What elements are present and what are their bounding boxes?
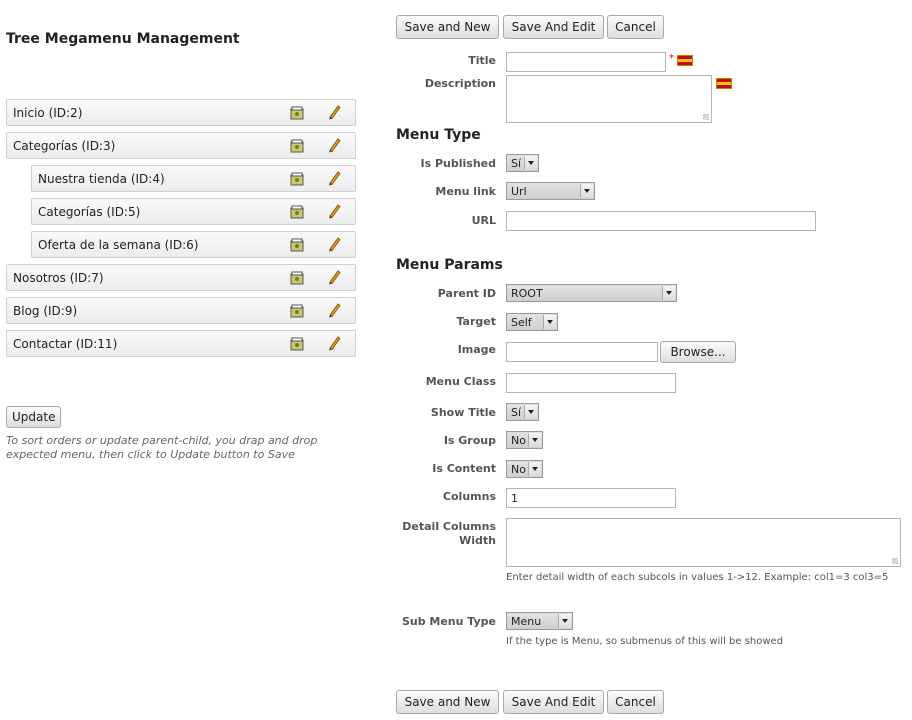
menu-link-value: Url: [511, 184, 527, 198]
title-input[interactable]: [506, 52, 666, 72]
is-content-select[interactable]: No: [506, 460, 543, 478]
update-button[interactable]: Update: [6, 406, 62, 428]
is-content-label: Is Content: [432, 462, 496, 475]
is-published-label: Is Published: [420, 157, 497, 170]
is-group-value: No: [511, 433, 526, 447]
menu-class-input[interactable]: [506, 373, 676, 393]
folder-manage-icon[interactable]: [290, 106, 304, 120]
folder-manage-icon[interactable]: [290, 205, 304, 219]
sub-menu-type-help: If the type is Menu, so submenus of this…: [506, 636, 784, 647]
tree-item[interactable]: Categorías (ID:5): [31, 198, 356, 225]
pencil-icon[interactable]: [327, 104, 341, 120]
is-group-select[interactable]: No: [506, 431, 543, 449]
required-marker: *: [669, 53, 674, 64]
menu-class-label: Menu Class: [425, 375, 496, 388]
image-label: Image: [457, 343, 496, 356]
tree-item[interactable]: Categorías (ID:3): [6, 132, 356, 159]
chevron-down-icon: [543, 315, 556, 329]
columns-label: Columns: [442, 490, 496, 503]
tree-item-label: Categorías (ID:3): [13, 138, 116, 153]
is-published-select[interactable]: Sí: [506, 154, 539, 172]
is-group-label: Is Group: [443, 434, 496, 447]
pencil-icon[interactable]: [327, 137, 341, 153]
menu-params-heading: Menu Params: [396, 257, 503, 273]
tree-item-label: Nuestra tienda (ID:4): [38, 171, 165, 186]
target-value: Self: [511, 315, 532, 329]
pencil-icon[interactable]: [327, 170, 341, 186]
parent-id-value: ROOT: [511, 286, 543, 300]
detail-columns-textarea[interactable]: [506, 518, 901, 567]
parent-id-select[interactable]: ROOT: [506, 284, 677, 302]
menu-link-select[interactable]: Url: [506, 182, 595, 200]
url-input[interactable]: [506, 211, 816, 231]
detail-columns-label-line-2: Width: [459, 534, 496, 547]
url-label: URL: [471, 214, 496, 227]
parent-id-label: Parent ID: [437, 287, 496, 300]
tree-item[interactable]: Inicio (ID:2): [6, 99, 356, 126]
detail-columns-help: Enter detail width of each subcols in va…: [506, 572, 889, 583]
sub-menu-type-value: Menu: [511, 614, 542, 628]
folder-manage-icon[interactable]: [290, 172, 304, 186]
folder-manage-icon[interactable]: [290, 337, 304, 351]
tree-item-label: Blog (ID:9): [13, 303, 78, 318]
resize-grip-icon[interactable]: [703, 114, 709, 120]
description-label: Description: [424, 77, 496, 90]
save-and-new-button[interactable]: Save and New: [396, 15, 499, 39]
page-title: Tree Megamenu Management: [6, 31, 240, 47]
folder-manage-icon[interactable]: [290, 304, 304, 318]
show-title-select[interactable]: Sí: [506, 403, 539, 421]
folder-manage-icon[interactable]: [290, 139, 304, 153]
tree-item[interactable]: Contactar (ID:11): [6, 330, 356, 357]
title-label: Title: [468, 54, 496, 67]
save-and-new-button[interactable]: Save and New: [396, 690, 499, 714]
folder-manage-icon[interactable]: [290, 271, 304, 285]
tree-item[interactable]: Nuestra tienda (ID:4): [31, 165, 356, 192]
target-select[interactable]: Self: [506, 313, 558, 331]
pencil-icon[interactable]: [327, 236, 341, 252]
cancel-button[interactable]: Cancel: [607, 15, 664, 39]
chevron-down-icon: [524, 156, 537, 170]
tree-item[interactable]: Oferta de la semana (ID:6): [31, 231, 356, 258]
resize-grip-icon[interactable]: [892, 558, 898, 564]
chevron-down-icon: [528, 433, 541, 447]
save-and-edit-button[interactable]: Save And Edit: [503, 690, 604, 714]
pencil-icon[interactable]: [327, 269, 341, 285]
target-label: Target: [456, 315, 496, 328]
pencil-icon[interactable]: [327, 302, 341, 318]
detail-columns-label-line-1: Detail Columns: [402, 520, 496, 533]
tree-item[interactable]: Nosotros (ID:7): [6, 264, 356, 291]
flag-es-icon[interactable]: [716, 78, 732, 89]
chevron-down-icon: [524, 405, 537, 419]
is-content-value: No: [511, 462, 526, 476]
show-title-value: Sí: [511, 405, 522, 419]
save-and-edit-button[interactable]: Save And Edit: [503, 15, 604, 39]
sub-menu-type-label: Sub Menu Type: [401, 615, 496, 628]
pencil-icon[interactable]: [327, 335, 341, 351]
is-published-value: Sí: [511, 156, 522, 170]
sub-menu-type-select[interactable]: Menu: [506, 612, 573, 630]
description-textarea[interactable]: [506, 75, 712, 123]
browse-button[interactable]: Browse...: [660, 341, 736, 363]
sort-hint-line-1: To sort orders or update parent-child, y…: [6, 434, 318, 447]
sort-hint-line-2: expected menu, then click to Update butt…: [6, 448, 295, 461]
pencil-icon[interactable]: [327, 203, 341, 219]
tree-item-label: Contactar (ID:11): [13, 336, 118, 351]
tree-item-label: Categorías (ID:5): [38, 204, 141, 219]
tree-item-label: Oferta de la semana (ID:6): [38, 237, 199, 252]
tree-item-label: Inicio (ID:2): [13, 105, 83, 120]
image-file-input[interactable]: [506, 342, 658, 362]
tree-item[interactable]: Blog (ID:9): [6, 297, 356, 324]
columns-input[interactable]: [506, 488, 676, 508]
chevron-down-icon: [580, 184, 593, 198]
menu-type-heading: Menu Type: [396, 127, 481, 143]
folder-manage-icon[interactable]: [290, 238, 304, 252]
cancel-button[interactable]: Cancel: [607, 690, 664, 714]
flag-es-icon[interactable]: [677, 55, 693, 66]
chevron-down-icon: [558, 614, 571, 628]
show-title-label: Show Title: [430, 406, 496, 419]
chevron-down-icon: [662, 286, 675, 300]
menu-link-label: Menu link: [435, 185, 496, 198]
chevron-down-icon: [528, 462, 541, 476]
tree-item-label: Nosotros (ID:7): [13, 270, 104, 285]
